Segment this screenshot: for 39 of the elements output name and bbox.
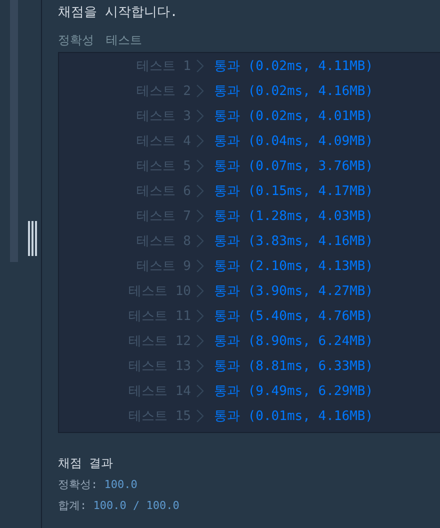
result-header-label: 정확성 [58,32,94,48]
test-result-text: 통과 (3.83ms, 4.16MB) [214,232,374,250]
test-result-text: 통과 (0.04ms, 4.09MB) [214,132,374,150]
test-result-text: 통과 (0.01ms, 4.16MB) [214,408,374,424]
chevron-icon [196,84,204,98]
chevron-icon [196,134,204,148]
chevron-icon [196,158,204,172]
test-result-text: 통과 (1.28ms, 4.03MB) [214,208,374,224]
resize-handle-icon[interactable] [28,221,37,256]
test-result-text: 통과 (3.90ms, 4.27MB) [214,282,374,300]
test-result-text: 통과 (0.02ms, 4.01MB) [214,108,374,124]
test-result-text: 통과 (0.02ms, 4.16MB) [214,82,374,100]
chevron-icon [196,384,204,398]
summary-value: 100.0 / 100.0 [93,499,180,512]
test-result-text: 통과 (5.40ms, 4.76MB) [214,308,374,324]
result-header-label: 테스트 [106,32,142,48]
summary-value: 100.0 [104,478,138,491]
test-result-text: 통과 (0.07ms, 3.76MB) [214,158,374,174]
chevron-icon [196,358,204,372]
test-result-text: 통과 (0.15ms, 4.17MB) [214,182,374,200]
test-result-text: 통과 (0.02ms, 4.11MB) [214,58,374,74]
chevron-icon [196,284,204,298]
test-result-text: 통과 (8.81ms, 6.33MB) [214,358,374,374]
chevron-icon [196,184,204,198]
test-result-text: 통과 (9.49ms, 6.29MB) [214,382,374,400]
grading-status-text: 채점을 시작합니다. [58,4,179,22]
chevron-icon [196,108,204,122]
test-result-text: 통과 (8.90ms, 6.24MB) [214,332,374,350]
summary-title: 채점 결과 [58,455,114,471]
chevron-icon [196,208,204,222]
chevron-icon [196,58,204,72]
summary-label: 합계: [58,499,87,512]
chevron-icon [196,334,204,348]
chevron-icon [196,408,204,422]
chevron-icon [196,258,204,272]
chevron-icon [196,308,204,322]
test-result-text: 통과 (2.10ms, 4.13MB) [214,258,374,274]
chevron-icon [196,234,204,248]
summary-label: 정확성: [58,478,98,491]
